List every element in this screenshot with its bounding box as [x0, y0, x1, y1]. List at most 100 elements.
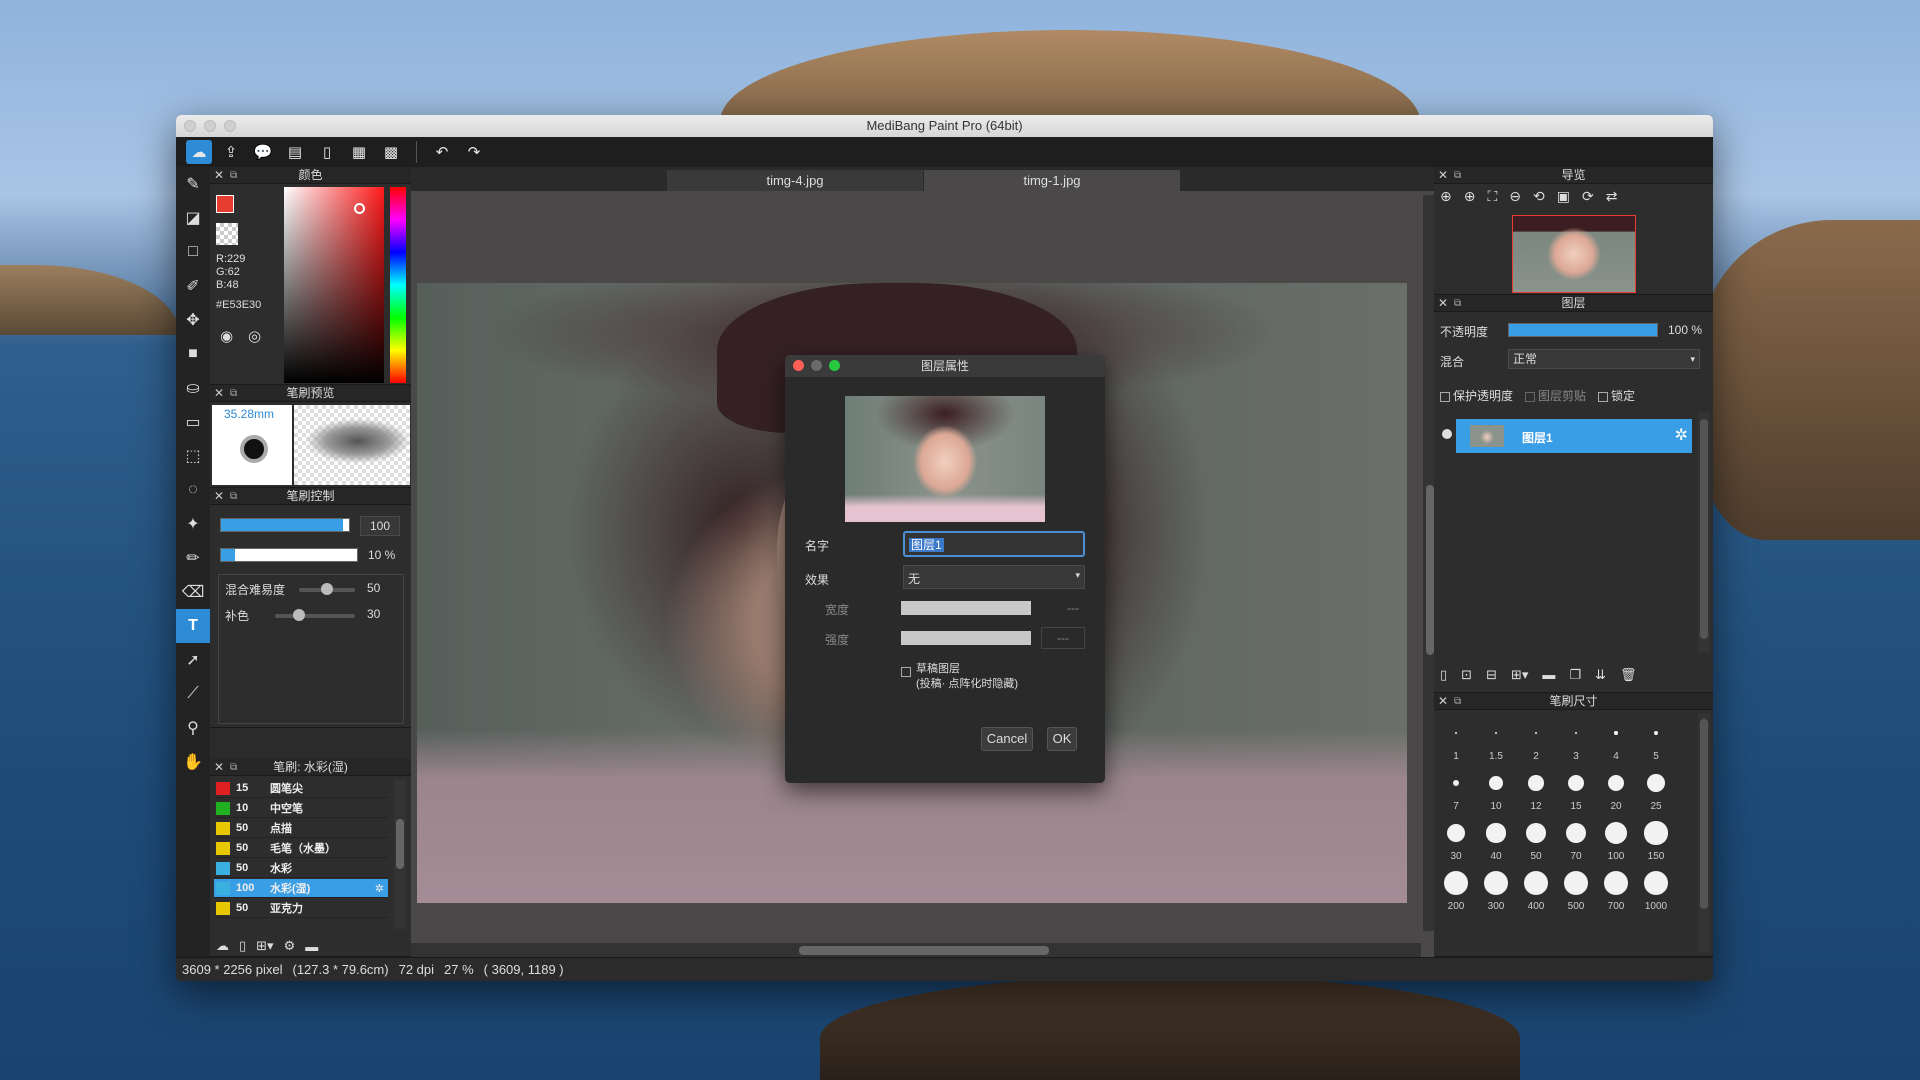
brush-list-item[interactable]: 100 水彩(湿) ✲ — [214, 879, 388, 898]
close-icon[interactable]: ✕ — [214, 488, 224, 505]
lasso-tool-icon[interactable]: ◌ — [176, 473, 210, 507]
navigator-thumbnail[interactable] — [1512, 215, 1636, 293]
undock-icon[interactable]: ⧉ — [1454, 295, 1461, 312]
layer-name-input[interactable]: 图层1 — [903, 531, 1085, 557]
layers-scroll-thumb[interactable] — [1700, 419, 1708, 639]
eraser-tool-icon[interactable]: ◪ — [176, 201, 210, 235]
brush-list-item[interactable]: 50 点描 — [214, 819, 388, 838]
panel-icon[interactable]: ▩ — [378, 140, 404, 164]
brush-list-item[interactable]: 50 水彩 — [214, 859, 388, 878]
layers-scrollbar[interactable] — [1698, 413, 1710, 653]
brush-size-dot[interactable] — [1484, 871, 1508, 895]
dialog-zoom-button[interactable] — [829, 360, 840, 371]
layer-visibility-toggle[interactable] — [1442, 429, 1452, 439]
color-settings-icon[interactable]: ◎ — [248, 327, 261, 345]
undock-icon[interactable]: ⧉ — [230, 759, 237, 776]
layer-folder-icon[interactable]: ▬ — [1542, 667, 1555, 683]
brush-settings-icon[interactable]: ⚙ — [284, 938, 296, 954]
divide-tool-icon[interactable]: ⟋ — [176, 677, 210, 711]
brush-size-dot[interactable] — [1564, 871, 1588, 895]
brush-size-scroll-thumb[interactable] — [1700, 719, 1708, 909]
width-slider[interactable] — [901, 601, 1031, 615]
close-icon[interactable]: ✕ — [214, 167, 224, 184]
zoom-out-icon[interactable]: ⊖ — [1509, 188, 1521, 205]
draft-layer-checkbox[interactable] — [901, 667, 911, 677]
zoom-fit-icon[interactable]: ⊕ — [1440, 188, 1452, 205]
eyedropper-tool-icon[interactable]: ⚲ — [176, 711, 210, 745]
brush-size-dot[interactable] — [1605, 822, 1627, 844]
layer-row[interactable]: 图层1 ✲ — [1456, 419, 1692, 453]
actual-size-icon[interactable]: ▣ — [1557, 188, 1570, 205]
brush-list-item[interactable]: 50 亚克力 — [214, 899, 388, 918]
close-icon[interactable]: ✕ — [1438, 167, 1448, 184]
select-tool-icon[interactable]: ⬚ — [176, 439, 210, 473]
hue-slider[interactable] — [390, 187, 406, 383]
brush-opacity-slider[interactable] — [220, 548, 358, 562]
close-window-button[interactable] — [184, 120, 196, 132]
minimize-window-button[interactable] — [204, 120, 216, 132]
brush-size-dot[interactable] — [1452, 779, 1460, 787]
undock-icon[interactable]: ⧉ — [230, 167, 237, 184]
brush-size-dot[interactable] — [1565, 822, 1587, 844]
lock-checkbox[interactable]: 锁定 — [1598, 387, 1635, 404]
canvas-horizontal-scroll-thumb[interactable] — [799, 946, 1049, 955]
brush-tool-icon[interactable]: ✎ — [176, 167, 210, 201]
brush-list-item[interactable]: 10 中空笔 — [214, 799, 388, 818]
fill-rect-tool-icon[interactable]: ■ — [176, 337, 210, 371]
brush-list-item[interactable]: 50 毛笔（水墨） — [214, 839, 388, 858]
delete-layer-icon[interactable]: 🗑 — [1620, 667, 1637, 683]
new-1bit-layer-icon[interactable]: ⊟ — [1486, 667, 1497, 683]
rotate-left-icon[interactable]: ⟲ — [1533, 188, 1545, 205]
dialog-minimize-button[interactable] — [811, 360, 822, 371]
ok-button[interactable]: OK — [1047, 727, 1077, 751]
brush-size-dot[interactable] — [1574, 731, 1578, 735]
undock-icon[interactable]: ⧉ — [230, 385, 237, 402]
magic-wand-tool-icon[interactable]: ✦ — [176, 507, 210, 541]
blur-tool-icon[interactable]: ✐ — [176, 269, 210, 303]
palette-icon[interactable]: ◉ — [220, 327, 233, 345]
effect-select[interactable]: 无 ▾ — [903, 565, 1085, 589]
rotate-right-icon[interactable]: ⟳ — [1582, 188, 1594, 205]
cancel-button[interactable]: Cancel — [981, 727, 1033, 751]
brush-size-dot[interactable] — [1486, 823, 1506, 843]
brush-list-item[interactable]: 15 圆笔尖 — [214, 779, 388, 798]
brush-size-dot[interactable] — [1528, 775, 1544, 791]
gear-icon[interactable]: ✲ — [1675, 425, 1688, 445]
undock-icon[interactable]: ⧉ — [230, 488, 237, 505]
merge-layer-icon[interactable]: ⇊ — [1595, 667, 1606, 683]
operation-tool-icon[interactable]: ➚ — [176, 643, 210, 677]
cloud-icon[interactable]: ☁ — [186, 140, 212, 164]
brush-size-dot[interactable] — [1535, 732, 1537, 734]
brush-list-scroll-thumb[interactable] — [396, 819, 404, 869]
zoom-in-icon[interactable]: ⊕ — [1464, 188, 1476, 205]
undock-icon[interactable]: ⧉ — [1454, 693, 1461, 710]
new-layer-icon[interactable]: ▯ — [1440, 667, 1447, 683]
close-icon[interactable]: ✕ — [1438, 295, 1448, 312]
zoom-window-button[interactable] — [224, 120, 236, 132]
canvas-horizontal-scrollbar[interactable] — [411, 943, 1421, 957]
tab-timg-1[interactable]: timg-1.jpg — [924, 170, 1180, 191]
brush-size-dot[interactable] — [1567, 774, 1585, 792]
select-eraser-tool-icon[interactable]: ⌫ — [176, 575, 210, 609]
strength-value[interactable]: --- — [1041, 627, 1085, 649]
page-icon[interactable]: ▯ — [314, 140, 340, 164]
gradient-tool-icon[interactable]: ▭ — [176, 405, 210, 439]
brush-size-dot[interactable] — [1455, 732, 1457, 734]
blend-slider[interactable] — [299, 583, 355, 595]
cloud-brush-icon[interactable]: ☁ — [216, 938, 229, 954]
fit-window-icon[interactable]: ⛶ — [1487, 188, 1497, 205]
brush-size-dot[interactable] — [1604, 871, 1628, 895]
tab-timg-4[interactable]: timg-4.jpg — [667, 170, 923, 191]
dot-tool-icon[interactable]: □ — [176, 235, 210, 269]
fill-color-slider-thumb[interactable] — [293, 609, 305, 621]
close-icon[interactable]: ✕ — [1438, 693, 1448, 710]
blend-slider-thumb[interactable] — [321, 583, 333, 595]
brush-size-dot[interactable] — [1444, 871, 1468, 895]
brush-size-value[interactable]: 100 — [360, 516, 400, 536]
saturation-value-picker[interactable] — [284, 187, 384, 383]
brush-list-scrollbar[interactable] — [394, 779, 406, 929]
layer-opacity-slider[interactable] — [1508, 323, 1658, 337]
dialog-close-button[interactable] — [793, 360, 804, 371]
text-tool-icon[interactable]: T — [176, 609, 210, 643]
add-layer-menu-icon[interactable]: ⊞▾ — [1511, 667, 1528, 683]
